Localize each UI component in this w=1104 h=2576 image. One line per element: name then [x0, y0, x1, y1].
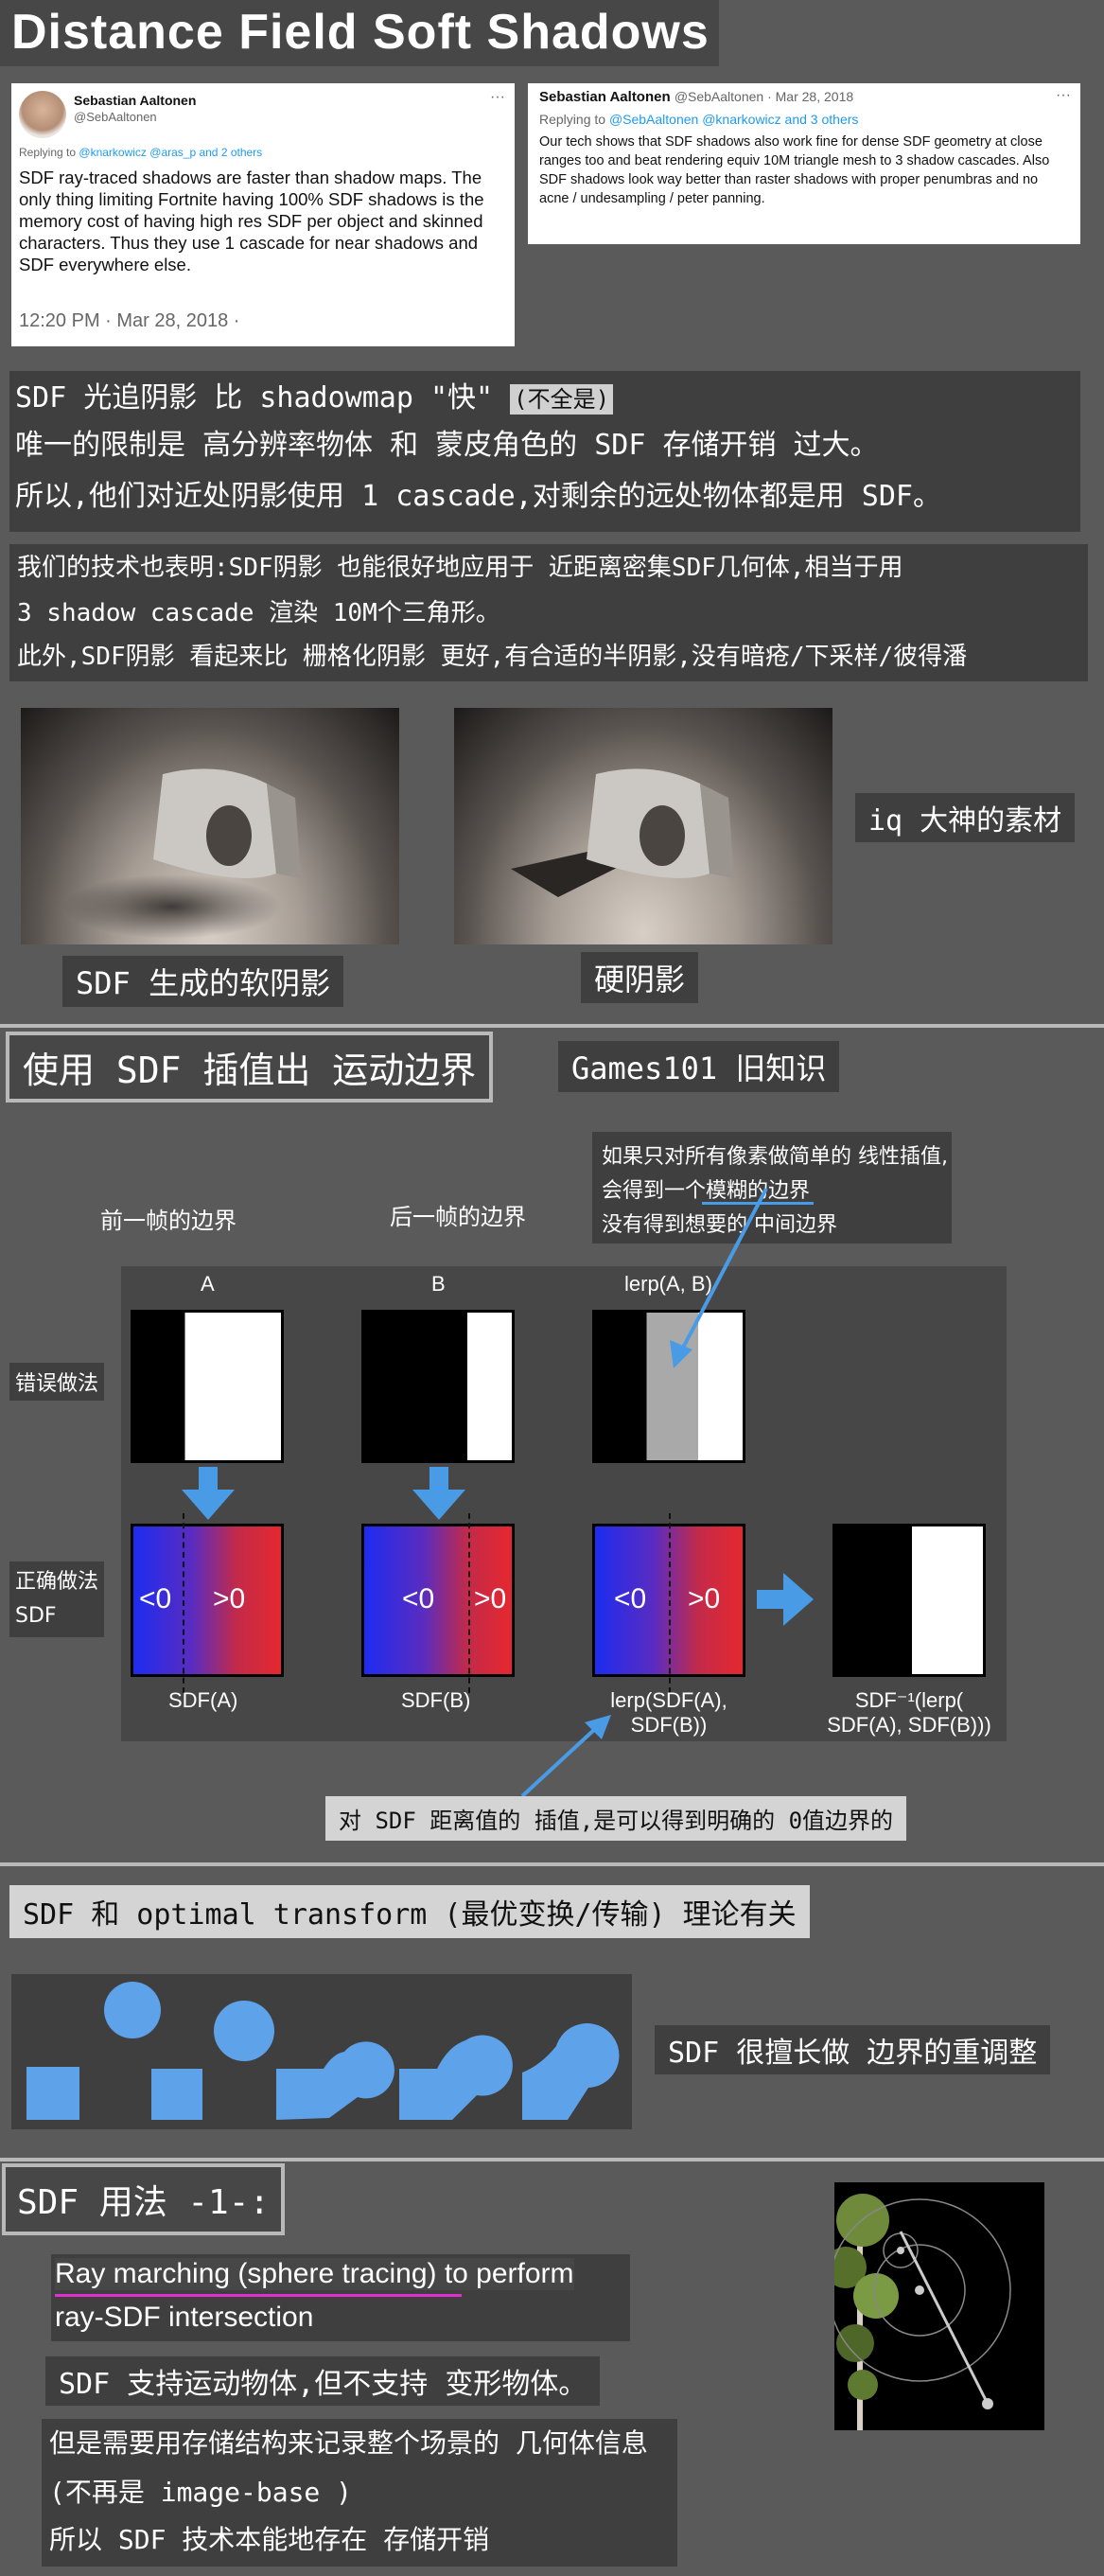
storage-note-line: 但是需要用存储结构来记录整个场景的 几何体信息	[49, 2427, 648, 2459]
section-divider	[0, 2158, 1104, 2161]
shape-morph-illustration	[26, 1982, 620, 2120]
ray-marching-underline	[55, 2294, 462, 2297]
storage-note-line: 所以 SDF 技术本能地存在 存储开销	[49, 2524, 490, 2555]
morph-square-icon	[151, 2069, 202, 2120]
ray-marching-line-1: Ray marching (sphere tracing) to perform	[55, 2258, 574, 2290]
storage-note-line: (不再是 image-base )	[49, 2477, 353, 2508]
ray-marching-line-2: ray-SDF intersection	[55, 2302, 314, 2333]
ot-side-note: SDF 很擅长做 边界的重调整	[655, 2025, 1051, 2074]
morph-blend-icon	[276, 2041, 394, 2120]
ray-marching-text: Ray marching (sphere tracing) to perform	[55, 2258, 574, 2289]
morph-square-icon	[26, 2067, 79, 2120]
annotation-arrow-line	[520, 1726, 598, 1798]
storage-note-box: 但是需要用存储结构来记录整个场景的 几何体信息 (不再是 image-base …	[42, 2419, 677, 2567]
ray-marching-box: Ray marching (sphere tracing) to perform…	[51, 2254, 630, 2341]
interp-bottom-note: 对 SDF 距离值的 插值,是可以得到明确的 0值边界的	[325, 1796, 907, 1841]
morph-circle-icon	[214, 2001, 274, 2061]
morph-blend-icon	[399, 2035, 513, 2120]
moving-objects-note: SDF 支持运动物体,但不支持 变形物体。	[45, 2356, 601, 2406]
sphere-tracing-icon	[825, 2194, 1011, 2430]
morph-blend-icon	[522, 2023, 620, 2120]
sphere-tracing-image	[825, 2182, 1044, 2430]
morph-circle-icon	[104, 1982, 161, 2038]
ot-heading: SDF 和 optimal transform (最优变换/传输) 理论有关	[9, 1885, 810, 1938]
annotation-arrow-line	[679, 1188, 768, 1352]
usage-heading: SDF 用法 -1-:	[2, 2163, 286, 2235]
annotation-arrow-head	[670, 1340, 692, 1368]
section-divider	[0, 1862, 1104, 1866]
shape-morph-panel	[11, 1974, 632, 2129]
